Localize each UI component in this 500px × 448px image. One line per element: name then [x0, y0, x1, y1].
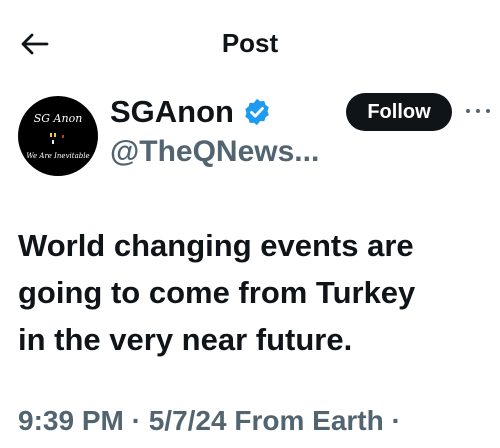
verified-badge-icon [242, 97, 272, 127]
author-handle[interactable]: @TheQNews... [110, 134, 319, 170]
more-options-button[interactable] [464, 94, 500, 128]
post-text: World changing events are going to come … [18, 228, 416, 357]
more-horizontal-icon [466, 109, 490, 113]
meta-trailing-separator: · [383, 405, 401, 436]
page-title: Post [221, 28, 279, 58]
author-name[interactable]: SGAnon [110, 94, 272, 130]
building-icon [50, 133, 64, 144]
follow-button[interactable]: Follow [346, 93, 452, 131]
post-date[interactable]: 5/7/24 [149, 405, 227, 436]
post-meta: 9:39 PM · 5/7/24 From Earth · [18, 404, 401, 438]
meta-separator: · [123, 405, 149, 436]
avatar-text-bottom: We Are Inevitable [26, 152, 90, 160]
post-time[interactable]: 9:39 PM [18, 405, 124, 436]
post-source[interactable]: From Earth [234, 405, 383, 436]
author-display-name: SGAnon [110, 94, 234, 129]
top-bar: Post [0, 0, 500, 86]
avatar[interactable]: SG Anon We Are Inevitable [18, 96, 98, 176]
avatar-text-top: SG Anon [33, 112, 83, 125]
